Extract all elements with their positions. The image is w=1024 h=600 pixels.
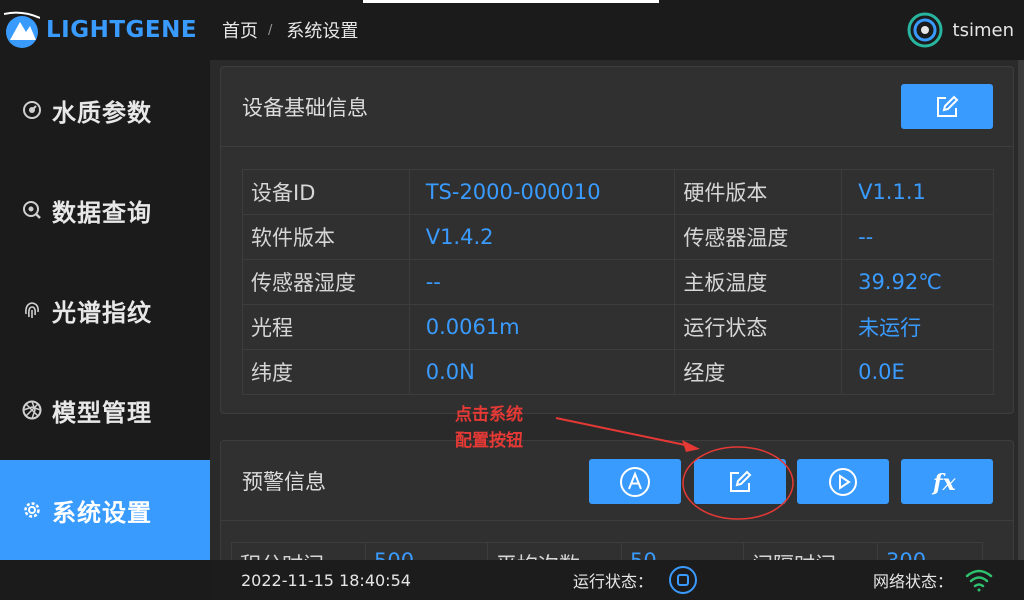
annotation-text: 点击系统 配置按钮 (455, 402, 523, 454)
main-content: 设备基础信息 设备ID TS-2000-000010 硬件版本 V1.1.1 软件版本 V… (210, 60, 1024, 560)
user-name: tsimen (952, 19, 1014, 41)
warning-info-title: 预警信息 (242, 469, 326, 494)
info-value-cell: 39.92℃ (841, 259, 994, 305)
annotation-line-2: 配置按钮 (455, 431, 523, 451)
info-value-cell: 0.0061m (408, 304, 676, 350)
annotation-line-1: 点击系统 (455, 405, 523, 425)
device-info-row: 光程 0.0061m 运行状态 未运行 (242, 304, 994, 350)
info-key-cell: 软件版本 (242, 214, 410, 260)
device-info-header: 设备基础信息 (221, 67, 1013, 147)
sidebar-item-data-query[interactable]: 数据查询 (0, 160, 210, 260)
info-value-cell: V1.1.1 (841, 169, 994, 215)
sidebar-item-label: 数据查询 (52, 198, 152, 227)
device-info-row: 传感器湿度 -- 主板温度 39.92℃ (242, 259, 994, 305)
edit-icon (937, 95, 959, 117)
device-info-row: 纬度 0.0N 经度 0.0E (242, 349, 994, 395)
device-info-row: 软件版本 V1.4.2 传感器温度 -- (242, 214, 994, 260)
sidebar-nav: 水质参数 数据查询 光谱指纹 模型管理 系统设置 (0, 60, 210, 560)
info-value-cell: TS-2000-000010 (408, 169, 676, 215)
param-key: 间隔时间 (744, 543, 878, 560)
sidebar-item-label: 模型管理 (52, 398, 152, 427)
info-key-cell: 传感器湿度 (242, 259, 410, 305)
param-value: 50 (622, 543, 744, 560)
info-value-cell: 0.0N (408, 349, 676, 395)
device-info-row: 设备ID TS-2000-000010 硬件版本 V1.1.1 (242, 169, 994, 215)
scrollbar[interactable] (1018, 60, 1024, 560)
breadcrumb-separator: / (268, 22, 273, 38)
sidebar-item-models[interactable]: 模型管理 (0, 360, 210, 460)
fingerprint-icon (22, 300, 42, 320)
param-key: 积分时间 (232, 543, 366, 560)
run-button[interactable] (797, 459, 889, 504)
user-menu[interactable]: tsimen (907, 12, 1014, 48)
lightgene-logo-icon (4, 11, 40, 48)
warning-params-row: 积分时间 500 平均次数 50 间隔时间 300 (231, 542, 983, 560)
info-key-cell: 光程 (242, 304, 410, 350)
sidebar-item-water-quality[interactable]: 水质参数 (0, 60, 210, 160)
info-value-cell: 未运行 (841, 304, 994, 350)
info-key-cell: 主板温度 (674, 259, 843, 305)
brand-logo: LIGHTGENE (0, 0, 210, 60)
gauge-icon (22, 100, 42, 120)
breadcrumb-current: 系统设置 (286, 21, 359, 42)
sidebar-item-label: 系统设置 (52, 498, 152, 527)
info-value-cell: -- (841, 214, 994, 260)
sidebar-item-system-settings[interactable]: 系统设置 (0, 460, 210, 560)
wifi-icon (965, 569, 993, 592)
stop-circle-icon (669, 566, 697, 594)
user-avatar-icon (907, 12, 943, 48)
aperture-icon (22, 400, 42, 420)
info-key-cell: 设备ID (242, 169, 410, 215)
run-status-label: 运行状态： (573, 572, 654, 591)
param-key: 平均次数 (488, 543, 622, 560)
edit-icon (730, 470, 752, 492)
sidebar-item-label: 水质参数 (52, 98, 152, 127)
system-config-button[interactable] (694, 459, 786, 504)
status-datetime: 2022-11-15 18:40:54 (241, 570, 411, 590)
info-key-cell: 经度 (674, 349, 843, 395)
info-value-cell: V1.4.2 (408, 214, 676, 260)
sidebar-item-spectrum[interactable]: 光谱指纹 (0, 260, 210, 360)
letter-a-circle-icon (620, 466, 650, 497)
sidebar-item-label: 光谱指纹 (52, 298, 152, 327)
top-indicator-strip (363, 0, 659, 3)
status-bar: 2022-11-15 18:40:54 运行状态： 网络状态： (210, 560, 1024, 600)
brand-name: LIGHTGENE (46, 17, 198, 43)
network-status-label: 网络状态： (873, 572, 954, 591)
top-bar: 首页 / 系统设置 tsimen (210, 0, 1024, 60)
info-value-cell: 0.0E (841, 349, 994, 395)
search-icon (22, 200, 42, 220)
info-key-cell: 硬件版本 (674, 169, 843, 215)
info-value-cell: -- (408, 259, 676, 305)
warning-info-header: 预警信息 fx (221, 441, 1013, 521)
breadcrumb-home[interactable]: 首页 (222, 17, 258, 43)
auto-mode-button[interactable] (589, 459, 681, 504)
function-fx-icon: fx (931, 470, 956, 496)
edit-device-button[interactable] (901, 84, 993, 129)
param-value: 500 (366, 543, 488, 560)
svg-text:fx: fx (931, 470, 956, 496)
device-info-table: 设备ID TS-2000-000010 硬件版本 V1.1.1 软件版本 V1.4.2 传感… (242, 169, 994, 395)
info-key-cell: 纬度 (242, 349, 410, 395)
param-value: 300 (878, 543, 982, 560)
play-circle-icon (829, 467, 857, 496)
info-key-cell: 传感器温度 (674, 214, 843, 260)
device-info-card: 设备基础信息 设备ID TS-2000-000010 硬件版本 V1.1.1 软件版本 V… (220, 66, 1014, 414)
gear-icon (22, 500, 42, 520)
formula-button[interactable]: fx (901, 459, 993, 504)
device-info-title: 设备基础信息 (242, 95, 368, 120)
info-key-cell: 运行状态 (674, 304, 843, 350)
sidebar: LIGHTGENE 水质参数 数据查询 光谱指纹 模型管理 系统设置 (0, 0, 210, 600)
